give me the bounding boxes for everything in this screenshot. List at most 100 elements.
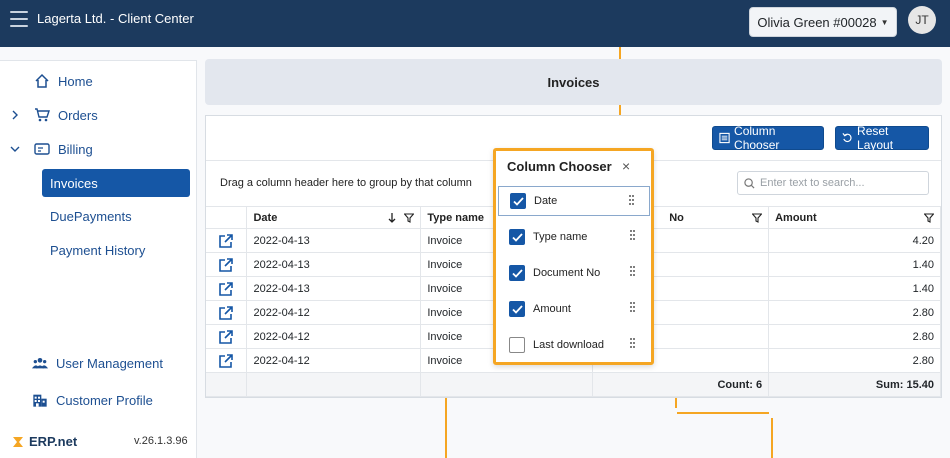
drag-handle-icon[interactable] [630,338,636,351]
sidebar-item-duepayments[interactable]: DuePayments [50,209,132,224]
open-cell[interactable] [206,252,248,277]
column-chooser-item-date[interactable]: Date [498,186,650,216]
open-external-icon[interactable] [218,305,234,321]
check-icon [511,304,523,314]
cell-date: 2022-04-12 [246,300,422,325]
close-icon[interactable]: × [622,158,630,174]
column-chooser-label: Column Chooser [734,124,780,152]
sidebar-item-customer-profile[interactable]: Customer Profile [32,392,153,408]
drag-handle-icon[interactable] [629,195,635,208]
column-chooser-item-label: Last download [533,339,604,351]
column-chooser-item-amount[interactable]: Amount [498,294,650,324]
sidebar-item-label: Home [58,73,93,89]
user-label: Olivia Green #00028 [757,14,877,30]
column-chooser-item-label: Date [534,195,558,207]
sum-summary: Sum: 15.40 [768,372,941,397]
search-icon [744,177,755,189]
search-box[interactable] [737,171,929,195]
summary-cell [206,372,248,397]
column-chooser-item-type-name[interactable]: Type name [498,222,650,252]
check-icon [511,268,523,278]
cart-icon [35,108,50,122]
sidebar-item-label: Customer Profile [56,392,153,408]
reset-icon [842,133,852,143]
brand-name: ERP.net [29,434,78,449]
column-chooser-item-document-no[interactable]: Document No [498,258,650,288]
cell-amount: 2.80 [768,348,941,373]
sidebar-item-payment-history[interactable]: Payment History [50,243,145,258]
count-summary: Count: 6 [592,372,770,397]
cell-amount: 2.80 [768,300,941,325]
user-dropdown-button[interactable]: Olivia Green #00028 ▼ [749,7,897,37]
column-chooser-item-last-download[interactable]: Last download [498,330,650,360]
header-cell-date[interactable]: Date [246,206,422,229]
page-title: Invoices [205,59,942,105]
brand-logo: ERP.net [13,434,77,449]
sidebar-item-user-management[interactable]: User Management [32,355,163,371]
avatar[interactable]: JT [908,6,936,34]
search-input[interactable] [760,177,920,189]
reset-layout-button[interactable]: Reset Layout [835,124,929,152]
chevron-down-icon[interactable] [10,144,20,154]
open-cell[interactable] [206,348,248,373]
cell-amount: 1.40 [768,276,941,301]
checkbox-checked[interactable] [509,301,525,317]
column-label: No [669,211,684,224]
version-label: v.26.1.3.96 [134,435,188,447]
sidebar-item-label: User Management [56,355,163,371]
check-icon [511,232,523,242]
billing-icon [34,143,50,155]
tour-line [675,398,677,408]
sidebar-item-home[interactable]: Home [34,73,93,89]
hamburger-menu-icon[interactable] [10,11,28,27]
cell-amount: 2.80 [768,324,941,349]
users-icon [32,358,48,369]
sidebar-item-billing[interactable]: Billing [34,141,93,157]
open-cell[interactable] [206,324,248,349]
checkbox-checked[interactable] [509,265,525,281]
cell-date: 2022-04-13 [246,228,422,253]
column-label: Date [253,211,278,224]
filter-icon[interactable] [752,212,763,223]
cell-date: 2022-04-13 [246,252,422,277]
open-external-icon[interactable] [218,281,234,297]
app-title: Lagerta Ltd. - Client Center [37,11,194,26]
open-cell[interactable] [206,276,248,301]
filter-icon[interactable] [404,212,415,223]
home-icon [35,73,49,88]
tour-line [677,412,769,414]
open-cell[interactable] [206,228,248,253]
checkbox-checked[interactable] [510,193,526,209]
erp-logo-icon [13,436,23,447]
open-external-icon[interactable] [218,353,234,369]
open-external-icon[interactable] [218,233,234,249]
sidebar-item-invoices[interactable]: Invoices [42,169,190,197]
drag-handle-icon[interactable] [630,230,636,243]
column-chooser-item-label: Type name [533,231,588,243]
summary-cell [246,372,422,397]
sort-descending-icon[interactable] [388,212,396,223]
cell-date: 2022-04-13 [246,276,422,301]
filter-icon[interactable] [924,212,934,223]
column-chooser-item-label: Document No [533,267,601,279]
tour-line [619,105,621,115]
checkbox-unchecked[interactable] [509,337,525,353]
check-icon [512,196,524,206]
open-external-icon[interactable] [218,257,234,273]
column-label: Type name [427,211,484,224]
summary-cell [420,372,594,397]
sidebar-item-orders[interactable]: Orders [34,107,98,123]
open-cell[interactable] [206,300,248,325]
header-cell-amount[interactable]: Amount [768,206,941,229]
group-panel-hint: Drag a column header here to group by th… [220,177,472,189]
chevron-right-icon[interactable] [10,110,20,120]
cell-amount: 4.20 [768,228,941,253]
drag-handle-icon[interactable] [630,302,636,315]
checkbox-checked[interactable] [509,229,525,245]
open-external-icon[interactable] [218,329,234,345]
cell-date: 2022-04-12 [246,348,422,373]
drag-handle-icon[interactable] [630,266,636,279]
caret-down-icon: ▼ [880,17,889,27]
column-chooser-button[interactable]: Column Chooser [712,124,824,152]
reset-layout-label: Reset Layout [857,124,894,152]
